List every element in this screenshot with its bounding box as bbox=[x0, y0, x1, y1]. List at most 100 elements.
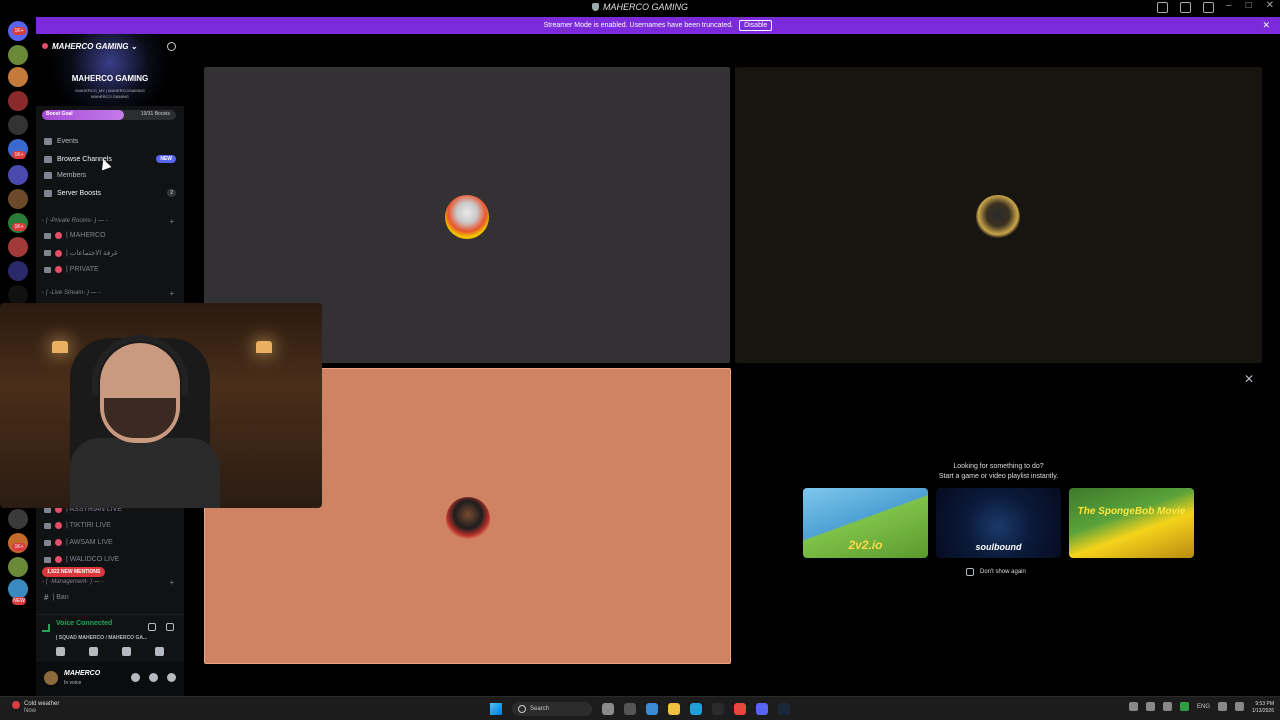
mention-badge: 1K+ bbox=[12, 223, 26, 231]
nav-server-boosts[interactable]: Server Boosts 2 bbox=[44, 189, 176, 197]
settings-gear-icon[interactable] bbox=[167, 673, 176, 682]
close-icon[interactable]: ✕ bbox=[1244, 372, 1254, 386]
participant-tile[interactable] bbox=[735, 67, 1262, 363]
hash-icon: # bbox=[44, 593, 49, 602]
tray-icon[interactable] bbox=[1145, 702, 1155, 711]
voice-connected-label[interactable]: Voice Connected bbox=[56, 620, 112, 627]
app-icon[interactable] bbox=[712, 703, 724, 715]
server-icon[interactable] bbox=[8, 237, 28, 257]
voice-channel-name[interactable]: | SQUAD MAHERCO / MAHERCO GA... bbox=[56, 635, 147, 641]
disconnect-icon[interactable] bbox=[166, 623, 174, 631]
channel-emoji-icon bbox=[55, 539, 62, 546]
language-indicator[interactable]: ENG bbox=[1197, 704, 1210, 710]
category-live-stream[interactable]: - ( -Live Stream- ) — - + bbox=[42, 289, 178, 298]
clock[interactable]: 9:53 PM 1/13/2026 bbox=[1252, 701, 1274, 715]
voice-channel[interactable]: | MAHERCO bbox=[44, 232, 106, 239]
nav-browse-channels[interactable]: Browse Channels NEW bbox=[44, 155, 176, 163]
server-icon[interactable] bbox=[8, 91, 28, 111]
tray-icon[interactable] bbox=[1162, 702, 1172, 711]
dont-show-checkbox[interactable] bbox=[966, 568, 974, 576]
camera-icon[interactable] bbox=[56, 647, 65, 656]
add-channel-icon[interactable]: + bbox=[169, 289, 174, 298]
voice-panel: Voice Connected | SQUAD MAHERCO / MAHERC… bbox=[36, 614, 184, 662]
voice-channel[interactable]: | غرفة الاجتماعات bbox=[44, 249, 118, 257]
voice-channel[interactable]: | AWSAM LIVE bbox=[44, 539, 113, 546]
window-controls: – □ ✕ bbox=[1226, 0, 1274, 11]
speaker-icon bbox=[44, 539, 51, 546]
server-icon[interactable] bbox=[8, 115, 28, 135]
server-icon[interactable] bbox=[8, 165, 28, 185]
nav-events[interactable]: Events bbox=[44, 138, 176, 145]
help-icon[interactable] bbox=[1203, 2, 1214, 13]
new-mentions-pill[interactable]: 1,922 NEW MENTIONS bbox=[42, 567, 106, 577]
windows-start-icon[interactable] bbox=[490, 703, 502, 715]
category-private-rooms[interactable]: - ( -Private Rooms- ) — - + bbox=[42, 217, 178, 226]
tray-icon[interactable] bbox=[1128, 702, 1138, 711]
server-logo-text: MAHERCO GAMING bbox=[71, 74, 149, 83]
server-banner: MAHERCO GAMING ⌄ MAHERCO GAMING /MAHERCO… bbox=[36, 34, 184, 106]
disable-button[interactable]: Disable bbox=[739, 20, 773, 31]
game-card-soulbound[interactable]: soulbound bbox=[936, 488, 1061, 558]
server-name[interactable]: MAHERCO GAMING ⌄ bbox=[42, 42, 137, 51]
server-icon[interactable] bbox=[8, 285, 28, 305]
browse-icon bbox=[44, 155, 52, 163]
edge-icon[interactable] bbox=[690, 703, 702, 715]
add-channel-icon[interactable]: + bbox=[169, 217, 174, 226]
server-icon[interactable] bbox=[8, 557, 28, 577]
volume-icon[interactable] bbox=[1235, 702, 1244, 711]
minimize-icon[interactable]: – bbox=[1226, 0, 1232, 11]
voice-channel[interactable]: | WALIDCO LIVE bbox=[44, 556, 119, 563]
maximize-icon[interactable]: □ bbox=[1246, 0, 1252, 11]
voice-channel[interactable]: | TIKTIRI LIVE bbox=[44, 522, 111, 529]
window-title: MAHERCO GAMING bbox=[0, 2, 1280, 12]
channel-emoji-icon bbox=[55, 232, 62, 239]
channel-emoji-icon bbox=[55, 556, 62, 563]
taskbar-search[interactable]: Search bbox=[512, 702, 592, 716]
username[interactable]: MAHERCO bbox=[64, 670, 100, 677]
voice-channel[interactable]: | PRIVATE bbox=[44, 266, 99, 273]
lamp-image bbox=[52, 341, 68, 353]
widgets-icon[interactable] bbox=[624, 703, 636, 715]
file-explorer-icon[interactable] bbox=[668, 703, 680, 715]
activities-icon[interactable] bbox=[122, 647, 131, 656]
headphones-icon[interactable] bbox=[149, 673, 158, 682]
inbox-icon[interactable] bbox=[1157, 2, 1168, 13]
server-icon[interactable] bbox=[8, 67, 28, 87]
boost-count: 19/31 Boosts bbox=[140, 111, 170, 117]
members-icon bbox=[44, 172, 52, 179]
weather-widget[interactable]: Cold weather Now bbox=[12, 701, 59, 715]
microphone-icon[interactable] bbox=[131, 673, 140, 682]
screen-share-icon[interactable] bbox=[89, 647, 98, 656]
avatar[interactable] bbox=[44, 671, 58, 685]
server-icon[interactable] bbox=[8, 45, 28, 65]
game-card-2v2[interactable]: 2v2.io bbox=[803, 488, 928, 558]
speaker-icon bbox=[44, 522, 51, 529]
noise-suppression-icon[interactable] bbox=[148, 623, 156, 631]
server-icon[interactable] bbox=[8, 261, 28, 281]
tray-icon[interactable] bbox=[1179, 702, 1189, 711]
server-icon[interactable] bbox=[8, 509, 28, 529]
steam-icon[interactable] bbox=[778, 703, 790, 715]
boost-goal-bar[interactable]: Boost Goal 19/31 Boosts bbox=[42, 110, 176, 120]
text-channel[interactable]: # | Ban bbox=[44, 593, 69, 602]
network-icon[interactable] bbox=[1218, 702, 1227, 711]
soundboard-icon[interactable] bbox=[155, 647, 164, 656]
task-view-icon[interactable] bbox=[602, 703, 614, 715]
add-member-icon[interactable] bbox=[167, 42, 176, 51]
app-icon[interactable] bbox=[646, 703, 658, 715]
add-channel-icon[interactable]: + bbox=[169, 578, 174, 587]
user-status: In voice bbox=[64, 680, 82, 686]
game-card-spongebob[interactable]: The SpongeBob Movie bbox=[1069, 488, 1194, 558]
discord-icon[interactable] bbox=[756, 703, 768, 715]
server-icon[interactable] bbox=[8, 579, 28, 599]
close-window-icon[interactable]: ✕ bbox=[1266, 0, 1274, 11]
speaker-icon bbox=[44, 250, 51, 256]
dont-show-again[interactable]: Don't show again bbox=[966, 568, 1026, 576]
chrome-icon[interactable] bbox=[734, 703, 746, 715]
close-notice-icon[interactable]: ✕ bbox=[1262, 20, 1270, 31]
screen-icon[interactable] bbox=[1180, 2, 1191, 13]
nav-members[interactable]: Members bbox=[44, 172, 176, 179]
weather-icon bbox=[12, 701, 20, 709]
server-icon[interactable] bbox=[8, 189, 28, 209]
category-management[interactable]: - ( -Management- ) — - + bbox=[42, 578, 178, 587]
